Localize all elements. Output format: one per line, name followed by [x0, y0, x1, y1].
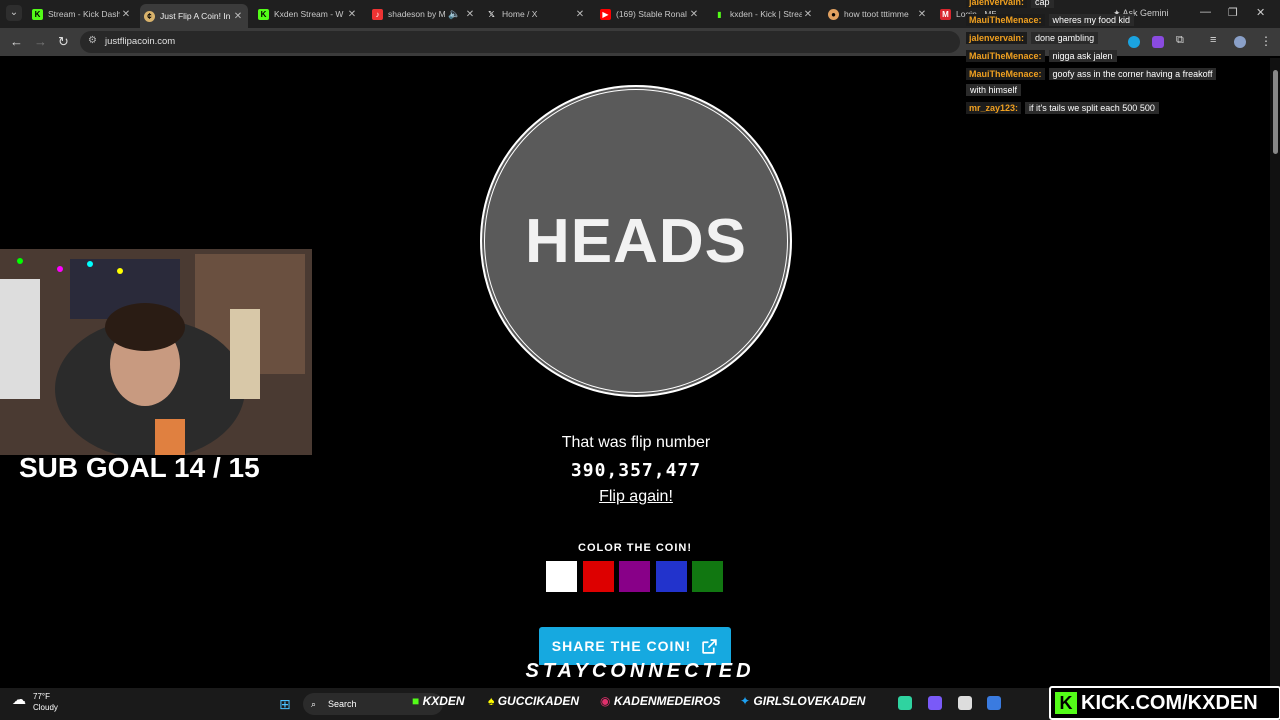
- youtube-icon: ▶: [600, 8, 611, 20]
- flip-again-link[interactable]: Flip again!: [480, 488, 792, 506]
- minimize-icon[interactable]: —: [1200, 6, 1211, 18]
- page-scrollbar[interactable]: [1270, 58, 1280, 720]
- window-close-icon[interactable]: ✕: [1256, 6, 1265, 19]
- chat-message: jalenvervain: cap: [966, 0, 1054, 9]
- swatch-white[interactable]: [546, 561, 577, 592]
- chat-message: MauiTheMenace: nigga ask jalen: [966, 49, 1117, 63]
- close-icon[interactable]: ✕: [232, 11, 244, 22]
- kick-icon: K: [258, 8, 269, 20]
- twitter-icon: ✦: [740, 694, 751, 708]
- taskbar-app-icon[interactable]: [898, 696, 912, 710]
- tab-kick-dashboard[interactable]: K Stream - Kick Dash ✕: [28, 4, 136, 24]
- tab-flip-a-coin[interactable]: ¢ Just Flip A Coin! In ✕: [140, 4, 248, 28]
- maximize-icon[interactable]: ❐: [1228, 6, 1238, 19]
- tab-kxden-stream[interactable]: K Kxden Stream - W ✕: [254, 4, 362, 24]
- reload-icon[interactable]: ↻: [58, 34, 69, 50]
- stay-connected-text: STAYCONNECTED: [525, 660, 755, 682]
- close-icon[interactable]: ✕: [464, 9, 476, 20]
- swatch-red[interactable]: [583, 561, 614, 592]
- profile-avatar-icon[interactable]: [1234, 36, 1246, 48]
- back-icon[interactable]: ←: [10, 34, 23, 49]
- social-snapchat: ♠ GUCCIKADEN: [488, 694, 580, 708]
- site-info-icon[interactable]: ⚙: [88, 35, 97, 46]
- stats-icon: ▮: [717, 9, 722, 19]
- tab-home-x[interactable]: 𝕏 Home / X ✕: [482, 4, 590, 24]
- url-text[interactable]: justflipacoin.com: [105, 36, 175, 47]
- close-icon[interactable]: ✕: [688, 9, 700, 20]
- webcam-image: [0, 249, 312, 455]
- tab-how-to[interactable]: ● how ttoot tttimme ✕: [824, 4, 932, 24]
- close-icon[interactable]: ✕: [574, 9, 586, 20]
- coin-icon: ¢: [144, 10, 155, 22]
- scrollbar-thumb[interactable]: [1273, 70, 1278, 154]
- close-icon[interactable]: ✕: [346, 9, 358, 20]
- kick-url-badge: K KICK.COM/KXDEN: [1049, 686, 1280, 720]
- chat-message-continued: with himself: [966, 83, 1022, 97]
- tab-shadeson[interactable]: ♪ shadeson by M 🔈 ✕: [368, 4, 480, 24]
- instagram-icon: ◉: [600, 694, 611, 708]
- kick-icon: ■: [412, 694, 420, 708]
- sub-goal-text: SUB GOAL 14 / 15: [19, 452, 260, 483]
- extension-icon[interactable]: [1128, 36, 1140, 48]
- swatch-blue[interactable]: [656, 561, 687, 592]
- mega-icon: M: [940, 8, 951, 20]
- external-link-icon: [702, 638, 717, 654]
- social-kick: ■ KXDEN: [412, 694, 465, 708]
- forward-icon[interactable]: →: [34, 34, 47, 49]
- twitch-extension-icon[interactable]: [1152, 36, 1164, 48]
- speaker-icon[interactable]: 🔈: [448, 9, 460, 20]
- menu-kebab-icon[interactable]: ⋮: [1260, 34, 1272, 48]
- kick-icon: K: [32, 8, 43, 20]
- cloud-icon: ☁: [12, 691, 26, 707]
- extensions-puzzle-icon[interactable]: ⧉: [1176, 34, 1184, 47]
- coin-result: HEADS: [524, 206, 748, 276]
- social-instagram: ◉ KADENMEDEIROS: [600, 694, 721, 708]
- x-icon: 𝕏: [488, 9, 495, 19]
- chat-message: MauiTheMenace: goofy ass in the corner ha…: [966, 67, 1217, 81]
- social-twitter: ✦ GIRLSLOVEKADEN: [740, 694, 866, 708]
- close-icon[interactable]: ✕: [802, 9, 814, 20]
- webcam-feed: [0, 249, 312, 455]
- start-windows-icon[interactable]: ⊞: [279, 696, 291, 713]
- swatch-green[interactable]: [692, 561, 723, 592]
- close-icon[interactable]: ✕: [916, 9, 928, 20]
- chat-message: mr_zay123: if it's tails we split each 50…: [966, 101, 1159, 115]
- search-icon: ⌕: [311, 699, 317, 709]
- taskbar-app-icon[interactable]: [987, 696, 1001, 710]
- flip-label: That was flip number: [561, 434, 711, 451]
- chat-message: MauiTheMenace: wheres my food kid: [966, 13, 1135, 27]
- color-label: COLOR THE COIN!: [578, 542, 692, 554]
- close-icon[interactable]: ✕: [120, 9, 132, 20]
- taskbar-app-icon[interactable]: [958, 696, 972, 710]
- tab-kick-stats[interactable]: ▮ kxden - Kick | Strea ✕: [710, 4, 818, 24]
- tab-youtube[interactable]: ▶ (169) Stable Ronal ✕: [596, 4, 704, 24]
- tab-search-icon[interactable]: ⌄: [6, 5, 22, 21]
- snapchat-icon: ♠: [488, 694, 495, 708]
- address-bar[interactable]: ⚙ justflipacoin.com: [80, 31, 960, 53]
- web-icon: ●: [828, 8, 839, 20]
- chat-message: jalenvervain: done gambling: [966, 31, 1099, 45]
- flip-number: 390,357,477: [570, 460, 702, 481]
- taskbar-app-icon[interactable]: [928, 696, 942, 710]
- playlist-icon[interactable]: ≡: [1210, 34, 1216, 46]
- kick-logo-icon: K: [1055, 692, 1077, 714]
- coin[interactable]: HEADS: [480, 85, 792, 397]
- music-icon: ♪: [372, 8, 383, 20]
- swatch-purple[interactable]: [619, 561, 650, 592]
